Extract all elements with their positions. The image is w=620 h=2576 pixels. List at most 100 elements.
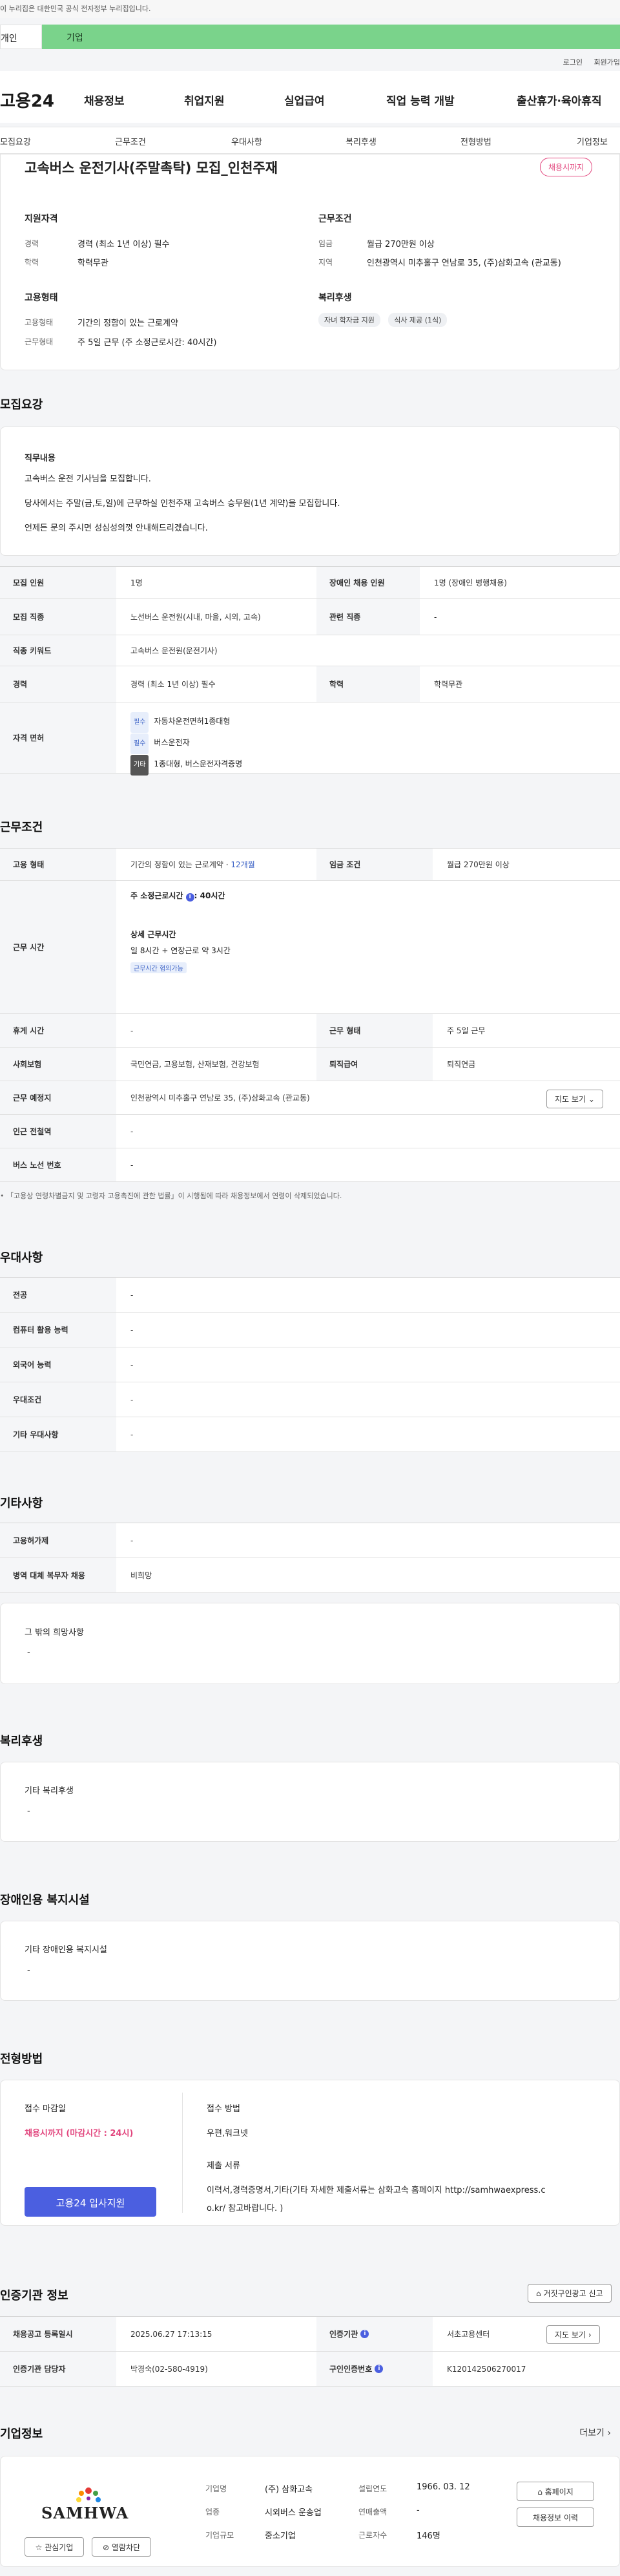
section-nav-prefer[interactable]: 우대사항 [231,135,262,147]
contract-months: 12개월 [231,860,255,869]
work-table: 고용 형태 기간의 정함이 있는 근로계약 · 12개월 임금 조건 월급 27… [0,848,620,1182]
report-fake-ad-button[interactable]: ⌂ 거짓구인광고 신고 [528,2284,612,2303]
career-value: 경력 (최소 1년 이상) 필수 [78,240,170,249]
status-badge: 채용시까지 [540,158,593,176]
section-nav-recruit[interactable]: 모집요강 [0,135,31,147]
hours-detail-heading: 상세 근무시간 [130,930,176,939]
work-section-title: 근무조건 [0,821,43,834]
table-row: 병역 대체 복무자 채용 비희망 [0,1558,620,1593]
section-nav-welfare[interactable]: 복리후생 [346,135,377,147]
shift-label: 근무 형태 [316,1014,433,1047]
info-icon[interactable]: i [185,893,194,902]
section-nav-company[interactable]: 기업정보 [577,135,608,147]
company-logo-text: SAMHWA [41,2504,129,2522]
gnb-item-parental-leave[interactable]: 출산휴가·육아휴직 [517,92,602,108]
weekly-hours: 주 소정근로시간 i: 40시간 [130,891,225,902]
welfare-chip: 식사 제공 (1식) [388,313,448,327]
wage-value: 월급 270만원 이상 [447,860,510,869]
industry-value: 시외버스 운송업 [265,2508,322,2518]
cert-org-label: 인증기관 i [316,2317,433,2351]
table-row: 모집 인원 1명 장애인 채용 인원 1명 (장애인 병행채용) [0,567,620,599]
wage-label: 임금 조건 [316,849,433,880]
etc-table: 고용허가제 - 병역 대체 복무자 채용 비희망 [0,1523,620,1593]
table-row: 고용 형태 기간의 정함이 있는 근로계약 · 12개월 임금 조건 월급 27… [0,849,620,881]
region-label: 지역 [318,258,333,267]
education-value: 학력무관 [434,680,463,689]
site-logo[interactable]: 고용24 [0,88,54,112]
subway-label: 인근 전철역 [0,1115,116,1148]
work-place-value: 인천광역시 미추홀구 연남로 35, (주)삼화고속 (관교동) [130,1093,310,1103]
table-row: 모집 직종 노선버스 운전원(시내, 마을, 시외, 고속) 관련 직종 - [0,599,620,635]
employment-type-label: 고용형태 [25,318,54,327]
license-list: 필수 자동차운전면허1종대형 필수 버스운전자 기타 1종대형, 버스운전자격증명 [130,712,242,776]
employment-type-value: 기간의 정함이 있는 근로계약 [78,319,178,328]
etc-section-title: 기타사항 [0,1497,43,1510]
company-logo: SAMHWA [27,2480,150,2526]
license-text: 버스운전자 [154,738,190,747]
reg-number-value: K120142506270017 [447,2364,526,2374]
util-links: 로그인 회원가입 [554,57,620,67]
prefer-section-title: 우대사항 [0,1251,43,1265]
table-row: 채용공고 등록일시 2025.06.27 17:13:15 인증기관 i 서초고… [0,2317,620,2352]
gnb-item-training[interactable]: 직업 능력 개발 [386,92,455,108]
join-link[interactable]: 회원가입 [594,58,620,67]
recruit-table: 모집 인원 1명 장애인 채용 인원 1명 (장애인 병행채용) 모집 직종 노… [0,566,620,776]
login-link[interactable]: 로그인 [563,58,583,67]
gnb-item-unemployment[interactable]: 실업급여 [284,92,325,108]
military-label: 병역 대체 복무자 채용 [0,1558,116,1592]
company-more-link[interactable]: 더보기 › [579,2426,611,2439]
region-value: 인천광역시 미추홀구 연남로 35, (주)삼화고속 (관교동) [367,259,561,268]
other-wishes-heading: 그 밖의 희망사항 [25,1628,84,1638]
divider [182,2093,183,2213]
company-section-title: 기업정보 [0,2427,43,2441]
welfare-etc-value: - [27,1806,30,1816]
apply-button[interactable]: 고용24 입사지원 [25,2187,156,2217]
block-view-button[interactable]: ⊘ 열람차단 [92,2537,151,2557]
report-icon: ⌂ [536,2289,541,2298]
work-type-label: 근무형태 [25,337,54,346]
interest-company-button[interactable]: ☆ 관심기업 [25,2537,84,2557]
headcount-label: 모집 인원 [0,567,116,598]
homepage-button[interactable]: ⌂ 홈페이지 [517,2482,594,2501]
sales-value: - [417,2506,420,2515]
company-name-label: 기업명 [205,2484,227,2493]
license-tag: 필수 [130,712,149,733]
selection-section-title: 전형방법 [0,2053,43,2066]
table-row: 자격 면허 필수 자동차운전면허1종대형 필수 버스운전자 기타 1종대형, 버스운전… [0,702,620,776]
info-icon[interactable]: i [375,2365,384,2373]
gov-banner-text: 이 누리집은 대한민국 공식 전자정부 누리집입니다. [0,5,151,13]
job-title: 고속버스 운전기사(주말촉탁) 모집_인천주재 [25,160,278,176]
tab-person[interactable]: 개인 [0,25,42,49]
hiring-history-button[interactable]: 채용정보 이력 [517,2507,594,2527]
welfare-chips: 자녀 학자금 지원 식사 제공 (1식) [318,313,452,327]
info-icon[interactable]: i [360,2330,369,2338]
tab-company[interactable]: 기업 [42,25,620,49]
star-icon: ☆ [35,2543,43,2552]
license-text: 1종대형, 버스운전자격증명 [154,759,243,768]
cert-map-button[interactable]: 지도 보기 › [546,2325,600,2344]
break-time-label: 휴게 시간 [0,1014,116,1047]
section-nav: 모집요강 근무조건 우대사항 복리후생 전형방법 기업정보 [0,127,620,154]
shift-value: 주 5일 근무 [447,1026,486,1035]
table-row: 전공 - [0,1278,620,1313]
work-permit-label: 고용허가제 [0,1523,116,1557]
employment-type-label: 고용 형태 [0,849,116,880]
duty-line: 당사에서는 주말(금,토,일)에 근무하실 인천주재 고속버스 승무원(1년 계… [25,499,340,509]
related-job-label: 관련 직종 [316,599,420,635]
table-row: 기타 우대사항 - [0,1417,620,1452]
table-row: 컴퓨터 활용 능력 - [0,1313,620,1347]
founded-label: 설립연도 [358,2484,388,2493]
table-row: 사회보험 국민연금, 고용보험, 산재보험, 건강보험 퇴직급여 퇴직연금 [0,1048,620,1081]
education-value: 학력무관 [78,259,108,268]
duty-card [0,427,620,556]
posted-date-label: 채용공고 등록일시 [0,2317,116,2351]
table-row: 인증기관 담당자 박경숙(02-580-4919) 구인인증번호 i K1201… [0,2352,620,2387]
section-nav-work[interactable]: 근무조건 [115,135,146,147]
job-category-value: 노선버스 운전원(시내, 마을, 시외, 고속) [130,613,261,622]
gnb-item-jobs[interactable]: 채용정보 [84,92,125,108]
job-keyword-label: 직종 키워드 [0,635,116,666]
map-button[interactable]: 지도 보기 ⌄ [546,1090,603,1108]
section-nav-selection[interactable]: 전형방법 [460,135,491,147]
gnb-item-employment-support[interactable]: 취업지원 [184,92,225,108]
company-size-label: 기업규모 [205,2531,234,2540]
